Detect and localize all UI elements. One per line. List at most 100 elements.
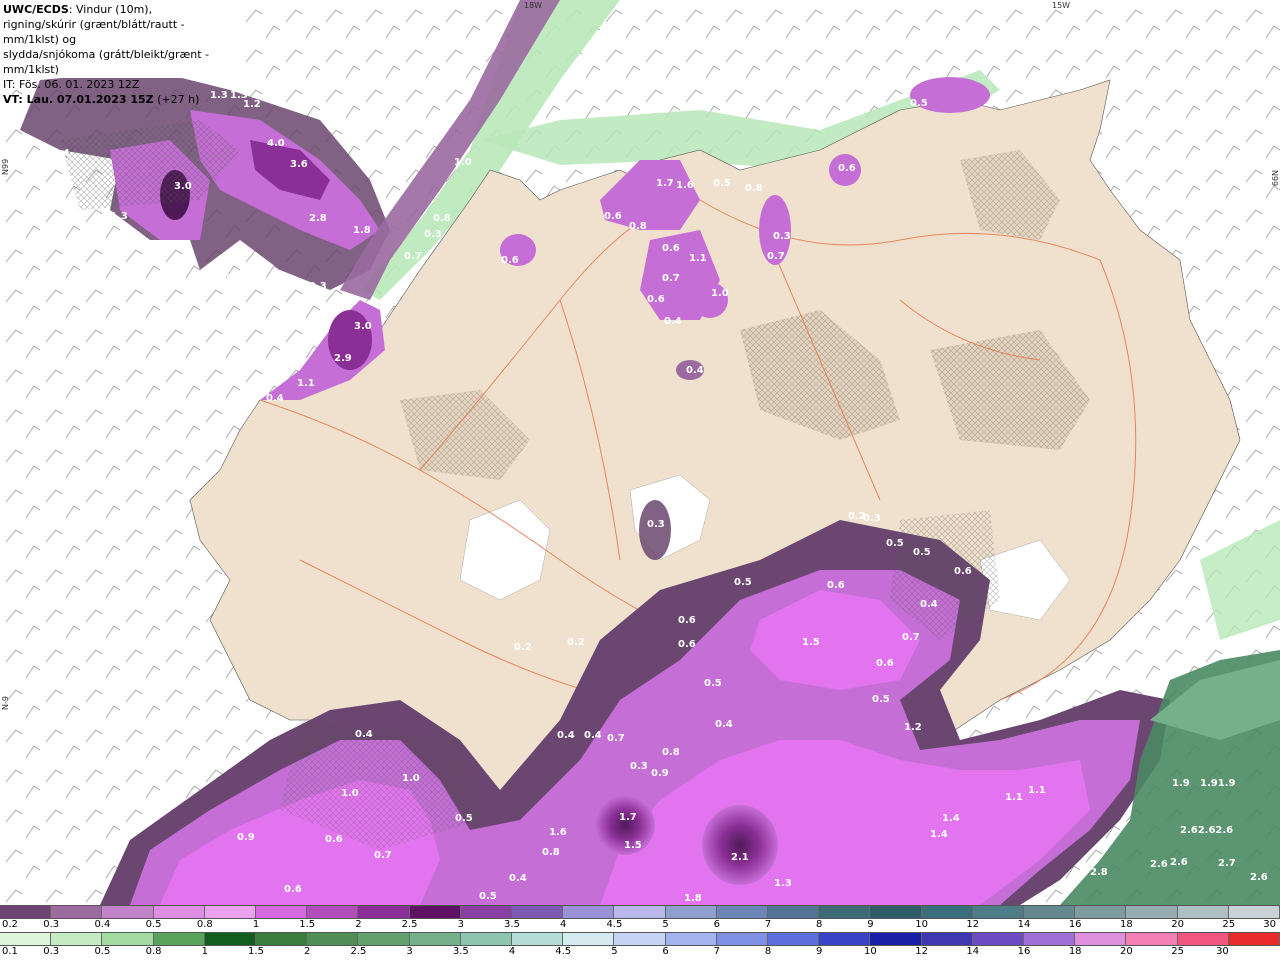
- snow-tick-label: 7: [764, 919, 772, 930]
- rain-color-cell: [716, 933, 769, 945]
- precip-label: 1.0: [341, 788, 359, 799]
- precip-label: 3.6: [290, 159, 308, 170]
- precip-label: 0.7: [767, 251, 785, 262]
- precip-label: 0.6: [954, 566, 972, 577]
- snow-color-cell: [614, 906, 666, 918]
- rain-tick-label: 0.1: [2, 946, 18, 957]
- precip-label: 0.9: [651, 768, 669, 779]
- precip-label: 2.9: [334, 353, 352, 364]
- precip-label: 0.4: [266, 393, 284, 404]
- rain-color-cell: [563, 933, 615, 945]
- rain-color-cell: [819, 933, 871, 945]
- precip-label: 0.8: [542, 847, 560, 858]
- precip-label: 0.3: [424, 229, 442, 240]
- precip-label: 3.0: [354, 321, 372, 332]
- rain-color-cell: [51, 933, 103, 945]
- precip-label: 2.6: [1250, 872, 1268, 883]
- precip-label: 1.7: [656, 178, 674, 189]
- precip-label: 0.5: [910, 98, 928, 109]
- snow-tick-label: 0.5: [145, 919, 162, 930]
- precip-label: 0.3: [863, 513, 881, 524]
- lat-label-right: N99: [1270, 170, 1279, 186]
- precip-label: 0.8: [745, 183, 763, 194]
- snow-tick-label: 25: [1222, 919, 1236, 930]
- rain-tick-label: 20: [1120, 946, 1133, 957]
- precip-label: 0.3: [647, 519, 665, 530]
- snow-color-cell: [0, 906, 52, 918]
- precip-label: 1.5: [624, 840, 642, 851]
- precip-label: 2.62.62.6: [1180, 825, 1233, 836]
- precip-label: 4.0: [267, 138, 285, 149]
- precip-label: 0.8: [433, 213, 451, 224]
- snow-color-cell: [870, 906, 922, 918]
- snow-color-cell: [921, 906, 973, 918]
- snow-color-cell: [409, 906, 461, 918]
- snow-color-cell: [819, 906, 871, 918]
- snow-tick-label: 9: [867, 919, 874, 930]
- snow-color-cell: [512, 906, 564, 918]
- precip-label: 0.6: [662, 243, 680, 254]
- precip-label: 0.4: [920, 599, 938, 610]
- snow-tick-label: 5: [662, 919, 669, 930]
- precip-label: 1.1: [1028, 785, 1046, 796]
- snow-color-cell: [358, 906, 410, 918]
- snow-tick-label: 3: [457, 919, 464, 930]
- rain-color-cell: [1228, 933, 1280, 945]
- precip-label: 0.6: [647, 294, 665, 305]
- precip-label: 1.0: [711, 288, 729, 299]
- precip-label: 1.1: [689, 253, 707, 264]
- precip-label: 0.6: [838, 163, 856, 174]
- precip-label: 1.3: [774, 878, 792, 889]
- rain-tick-label: 7: [713, 946, 720, 957]
- precip-label: 0.4: [584, 730, 602, 741]
- rain-color-cell: [972, 933, 1025, 945]
- snow-tick-label: 12: [966, 919, 980, 930]
- rain-tick-label: 1.5: [248, 946, 264, 957]
- init-time: IT: Fös. 06. 01. 2023 12Z: [3, 78, 140, 91]
- precip-label: 2.6: [1170, 857, 1188, 868]
- snow-tick-label: 0.3: [43, 919, 60, 930]
- precip-label: 2.8: [1090, 867, 1108, 878]
- valid-time: VT: Lau. 07.01.2023 15Z (+27 h): [3, 93, 200, 106]
- snow-tick-label: 8: [816, 919, 823, 930]
- rain-tick-label: 12: [915, 946, 928, 957]
- rain-color-cell: [1126, 933, 1178, 945]
- rain-color-cell: [870, 933, 922, 945]
- rain-colorbar: [0, 932, 1280, 946]
- snow-color-cell: [716, 906, 769, 918]
- snow-color-cell: [1177, 906, 1229, 918]
- lat-label-left-2: N-9: [1, 696, 10, 710]
- rain-tick-label: 8: [764, 946, 772, 957]
- snow-tick-label: 3.5: [504, 919, 520, 930]
- rain-tick-label: 5: [611, 946, 618, 957]
- precip-label: 0.5: [913, 547, 931, 558]
- precip-label: 2.8: [309, 213, 327, 224]
- precip-label: 3.0: [174, 181, 192, 192]
- rain-tick-label: 10: [864, 946, 877, 957]
- snow-color-cell: [460, 906, 513, 918]
- precip-label: 0.4: [686, 365, 704, 376]
- precip-label: 0.4: [715, 719, 733, 730]
- precip-label: 2.1: [731, 852, 749, 863]
- precip-label: 0.2: [567, 637, 585, 648]
- rain-color-cell: [358, 933, 410, 945]
- rain-tick-label: 30: [1216, 946, 1229, 957]
- title-line: UWC/ECDS: Vindur (10m),: [3, 3, 153, 16]
- snow-color-cell: [563, 906, 615, 918]
- map-legend-header: UWC/ECDS: Vindur (10m), rigning/skúrir (…: [0, 0, 240, 106]
- precip-label: 0.6: [604, 211, 622, 222]
- precip-label: 0.6: [284, 884, 302, 895]
- snow-color-cell: [51, 906, 103, 918]
- precip-label: 0.8: [629, 221, 647, 232]
- rain-tick-label: 0.3: [43, 946, 60, 957]
- snow-color-cell: [1024, 906, 1076, 918]
- rain-tick-label: 9: [816, 946, 823, 957]
- precip-label: 0.7: [902, 632, 920, 643]
- snow-tick-label: 16: [1068, 919, 1082, 930]
- snow-tick-label: 18: [1120, 919, 1133, 930]
- precip-label: 1.8: [684, 893, 702, 904]
- snow-cell-north-8: [639, 500, 671, 560]
- precip-label: 0.9: [237, 832, 255, 843]
- precip-label: 1.4: [942, 813, 960, 824]
- rain-tick-label: 14: [966, 946, 980, 957]
